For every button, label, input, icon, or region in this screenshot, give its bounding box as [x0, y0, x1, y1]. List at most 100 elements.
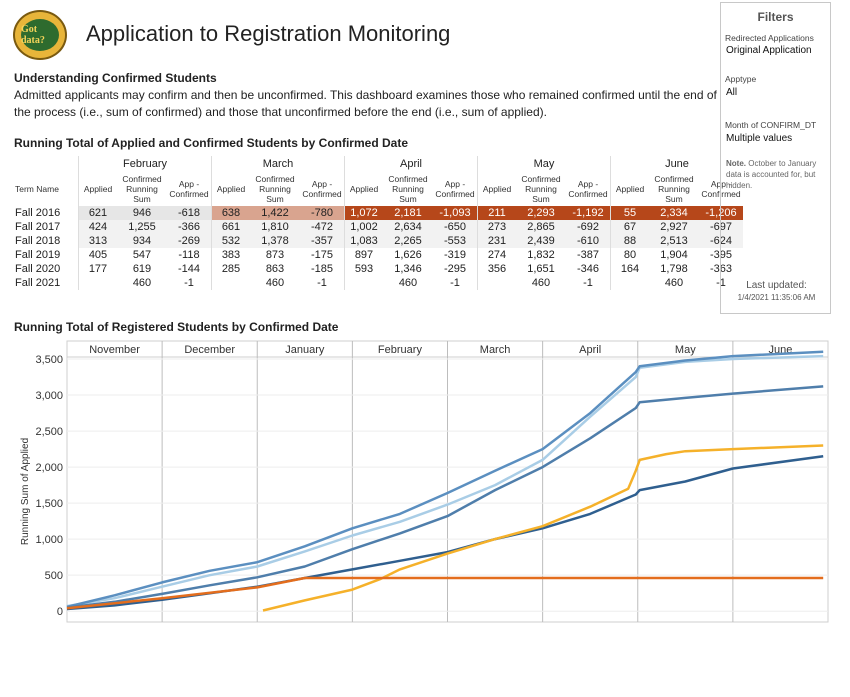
- table-corner: [12, 156, 79, 172]
- table-cell: 273: [477, 220, 516, 234]
- month-label: February: [378, 344, 423, 356]
- series-line-2: [66, 350, 824, 609]
- table-cell: 460: [383, 276, 433, 290]
- y-tick-label: 500: [45, 570, 63, 582]
- table-cell: 1,072: [344, 206, 383, 220]
- apptype-filter-label: Apptype: [725, 74, 757, 84]
- table-cell: 274: [477, 248, 516, 262]
- table-cell: -1: [433, 276, 478, 290]
- y-axis-label: Running Sum of Applied: [20, 438, 31, 545]
- table-cell: [477, 276, 516, 290]
- section-heading: Understanding Confirmed Students: [14, 71, 217, 85]
- term-name-cell: Fall 2021: [15, 277, 61, 289]
- filters-heading: Filters: [757, 10, 794, 24]
- column-header: Confirmed Running Sum: [255, 174, 295, 204]
- table-cell: -1: [300, 276, 345, 290]
- table-cell: -553: [433, 234, 478, 248]
- table-cell: 231: [477, 234, 516, 248]
- y-tick-label: 3,500: [35, 354, 63, 366]
- table-row: Fall 2021 460 -1 460 -1 460 -1 460 -1 460 -1: [12, 276, 743, 290]
- table-cell: 897: [344, 248, 383, 262]
- page-title: Application to Registration Monitoring: [86, 21, 451, 46]
- table-cell: 946: [117, 206, 167, 220]
- column-header: Confirmed Running Sum: [122, 174, 162, 204]
- table-cell: 164: [610, 262, 649, 276]
- filters-panel: Filters Redirected Applications Original…: [720, 2, 831, 314]
- y-tick-label: 2,500: [35, 426, 63, 438]
- table-cell: -357: [300, 234, 345, 248]
- filter-note: Note. October to January data is account…: [726, 158, 828, 191]
- redirected-filter-label: Redirected Applications: [725, 33, 814, 43]
- series-line-4: [66, 455, 824, 611]
- table-cell: -366: [167, 220, 212, 234]
- column-header: Applied: [477, 172, 516, 206]
- table-cell: 2,293: [516, 206, 566, 220]
- table-cell: 88: [610, 234, 649, 248]
- month-filter-label: Month of CONFIRM_DT: [725, 120, 817, 130]
- table-cell: 1,798: [649, 262, 699, 276]
- table-cell: 1,832: [516, 248, 566, 262]
- series-line-1: [66, 354, 824, 608]
- month-label: November: [89, 344, 140, 356]
- term-name-cell: Fall 2016: [12, 206, 79, 220]
- table-cell: 2,927: [649, 220, 699, 234]
- table-cell: -618: [167, 206, 212, 220]
- table-cell: 1,002: [344, 220, 383, 234]
- month-header: February: [78, 156, 212, 172]
- table-cell: 934: [117, 234, 167, 248]
- table-cell: 177: [78, 262, 117, 276]
- y-tick-label: 1,500: [35, 498, 63, 510]
- y-tick-label: 2,000: [35, 462, 63, 474]
- last-updated-label: Last updated:: [746, 280, 807, 291]
- month-label: March: [480, 344, 511, 356]
- y-tick-label: 3,000: [35, 390, 63, 402]
- table-cell: 873: [250, 248, 300, 262]
- column-header: Confirmed Running Sum: [521, 174, 561, 204]
- table-cell: -1: [566, 276, 611, 290]
- table-cell: 67: [610, 220, 649, 234]
- table-cell: -650: [433, 220, 478, 234]
- table-cell: -780: [300, 206, 345, 220]
- table-cell: 285: [211, 262, 250, 276]
- logo-text: Got data?: [21, 19, 59, 51]
- table-cell: 619: [117, 262, 167, 276]
- month-header: April: [344, 156, 478, 172]
- got-data-logo: Got data?: [13, 10, 67, 60]
- term-name-cell: Fall 2020: [15, 263, 61, 275]
- redirected-filter-value[interactable]: Original Application: [726, 45, 812, 56]
- table-cell: 1,810: [250, 220, 300, 234]
- column-header: Applied: [78, 172, 117, 206]
- table-cell: 2,181: [383, 206, 433, 220]
- month-header: May: [477, 156, 611, 172]
- apptype-filter-value[interactable]: All: [726, 87, 737, 98]
- month-header: March: [211, 156, 345, 172]
- table-cell: [610, 276, 649, 290]
- table-cell: 1,651: [516, 262, 566, 276]
- table-cell: 2,634: [383, 220, 433, 234]
- column-header: Applied: [344, 172, 383, 206]
- column-header: Confirmed Running Sum: [654, 174, 694, 204]
- table-cell: 2,865: [516, 220, 566, 234]
- table-cell: 55: [610, 206, 649, 220]
- table-title: Running Total of Applied and Confirmed S…: [14, 136, 408, 150]
- column-header: App - Confirmed: [568, 179, 608, 199]
- table-cell: -1,192: [566, 206, 611, 220]
- table-cell: 1,422: [250, 206, 300, 220]
- table-cell: -610: [566, 234, 611, 248]
- table-cell: 863: [250, 262, 300, 276]
- table-cell: -319: [433, 248, 478, 262]
- table-cell: -692: [566, 220, 611, 234]
- table-row: Fall 2017 424 1,255 -366 661 1,810 -472 1,002 2,…: [12, 220, 743, 234]
- table-cell: 460: [516, 276, 566, 290]
- table-row: Fall 2016 621 946 -618 638 1,422 -780 1,072 2,18…: [12, 206, 743, 220]
- table-cell: 2,334: [649, 206, 699, 220]
- table-cell: 460: [649, 276, 699, 290]
- term-name-cell: Fall 2017: [12, 220, 79, 234]
- month-label: May: [675, 344, 696, 356]
- month-filter-value[interactable]: Multiple values: [726, 133, 792, 144]
- table-cell: [78, 276, 117, 290]
- table-cell: 313: [78, 234, 117, 248]
- table-row: Fall 2019 405 547 -118 383 873 -175 897 1,626 -31…: [12, 248, 743, 262]
- series-line-3: [66, 385, 824, 609]
- table-row: Fall 2018 313 934 -269 532 1,378 -357 1,083 2,26…: [12, 234, 743, 248]
